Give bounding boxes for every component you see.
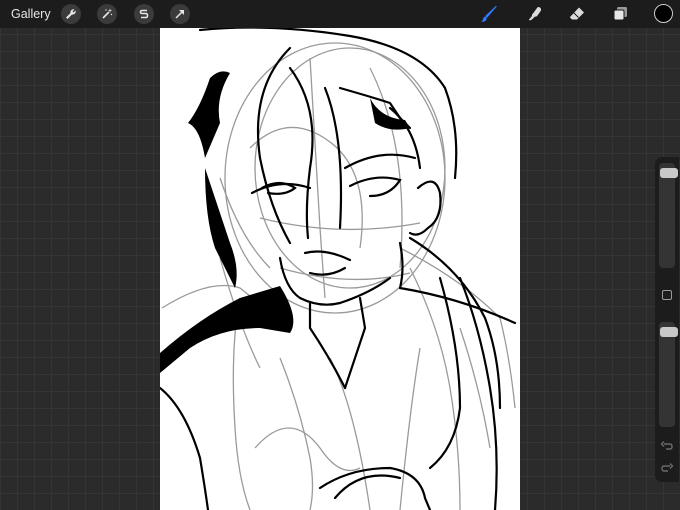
actions-button[interactable] bbox=[61, 4, 81, 24]
undo-icon bbox=[660, 441, 673, 450]
redo-button[interactable] bbox=[660, 461, 674, 475]
eraser-icon bbox=[569, 7, 584, 20]
magic-wand-icon bbox=[102, 8, 113, 19]
redo-icon bbox=[661, 463, 674, 472]
color-picker-button[interactable] bbox=[654, 4, 673, 23]
undo-button[interactable] bbox=[660, 439, 674, 453]
arrow-cursor-icon bbox=[175, 10, 184, 19]
layers-icon bbox=[613, 7, 627, 21]
brush-size-slider[interactable] bbox=[659, 163, 678, 268]
brush-size-thumb[interactable] bbox=[660, 168, 678, 178]
selection-button[interactable] bbox=[134, 4, 154, 24]
gallery-button[interactable]: Gallery bbox=[11, 7, 51, 21]
smudge-button[interactable] bbox=[525, 4, 545, 24]
paint-button[interactable] bbox=[479, 4, 499, 24]
layers-button[interactable] bbox=[610, 4, 630, 24]
top-toolbar: Gallery bbox=[0, 0, 680, 28]
modify-button[interactable] bbox=[662, 290, 672, 300]
sketch-artwork bbox=[160, 28, 517, 510]
smudge-finger-icon bbox=[529, 7, 542, 21]
opacity-thumb[interactable] bbox=[660, 327, 678, 337]
side-toolbar bbox=[655, 157, 679, 482]
eraser-button[interactable] bbox=[567, 4, 587, 24]
adjustments-button[interactable] bbox=[97, 4, 117, 24]
transform-button[interactable] bbox=[170, 4, 190, 24]
selection-s-icon bbox=[139, 9, 149, 19]
drawing-canvas[interactable] bbox=[160, 28, 520, 510]
opacity-slider[interactable] bbox=[659, 322, 678, 427]
brush-icon bbox=[481, 5, 497, 22]
wrench-icon bbox=[66, 9, 76, 19]
